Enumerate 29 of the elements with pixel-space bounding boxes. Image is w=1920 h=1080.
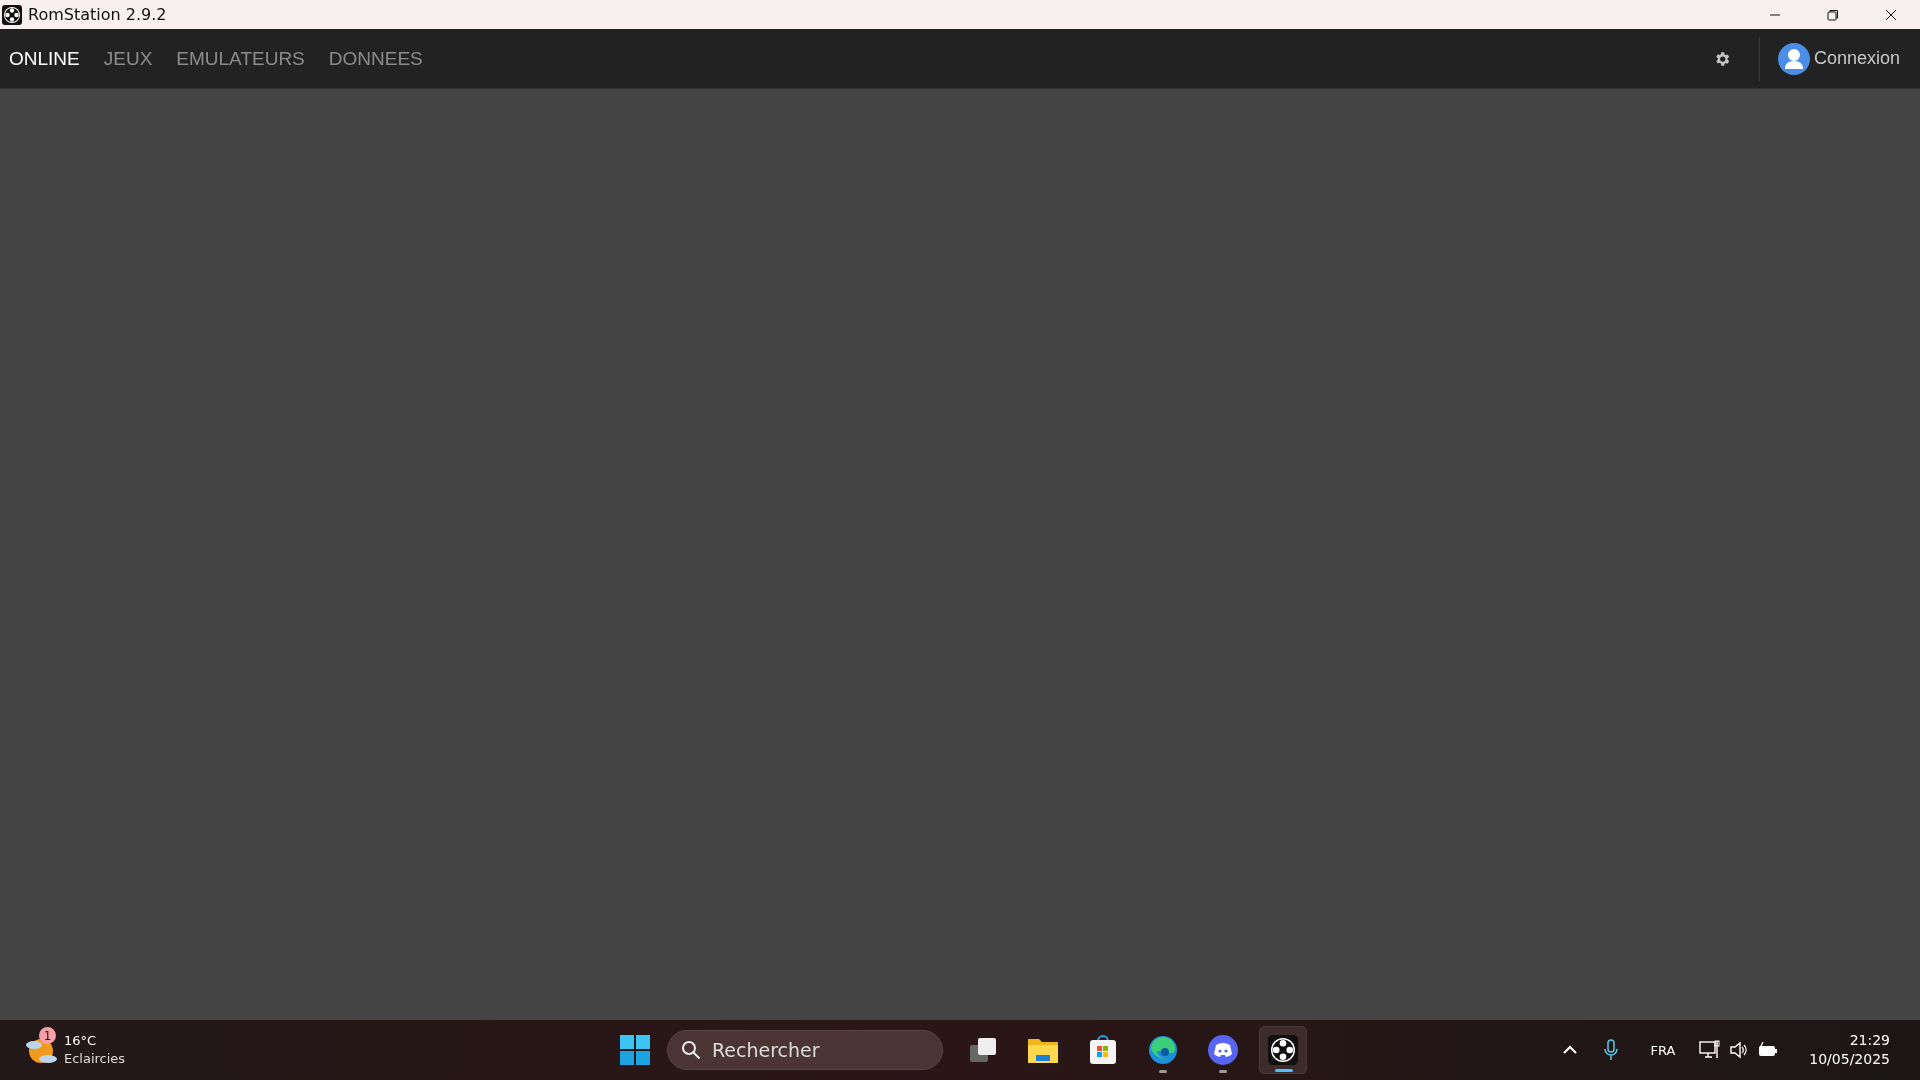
nav-tab[interactable]: ONLINE [0,29,92,88]
four-squares-icon [620,1035,650,1065]
login-button[interactable]: Connexion [1759,29,1920,88]
overlapping-windows-icon [968,1035,998,1065]
speaker-icon [1729,1041,1750,1059]
clock-button[interactable]: 21:29 10/05/2025 [1803,1030,1896,1070]
language-button[interactable]: FRA [1640,1038,1686,1062]
four-dots-logo-icon [2,4,22,25]
notification-badge: 1 [39,1027,56,1044]
temperature: 16°C [64,1032,98,1050]
weather-condition: Eclaircies [64,1050,126,1068]
game-controller-face-icon [1208,1035,1238,1065]
monitor-network-icon [1699,1040,1722,1060]
shopping-bag-icon [1089,1035,1117,1065]
microphone-icon [1604,1039,1619,1061]
nav-tab[interactable]: JEUX [91,29,165,88]
battery-icon [1757,1042,1780,1058]
folder-icon [1027,1036,1059,1064]
restore-icon [1827,8,1839,21]
four-dots-logo-icon [1268,1035,1298,1065]
taskbar-app-button[interactable] [1259,1026,1307,1074]
close-icon [1885,8,1897,21]
search-field[interactable]: Rechercher [667,1030,943,1070]
swirl-icon [1148,1035,1178,1065]
chevron-up-icon [1562,1045,1579,1055]
nav-tab[interactable]: EMULATEURS [164,29,317,88]
nav-tab[interactable]: DONNEES [316,29,435,88]
window-title: RomStation 2.9.2 [28,5,167,24]
user-avatar-icon [1777,42,1810,75]
